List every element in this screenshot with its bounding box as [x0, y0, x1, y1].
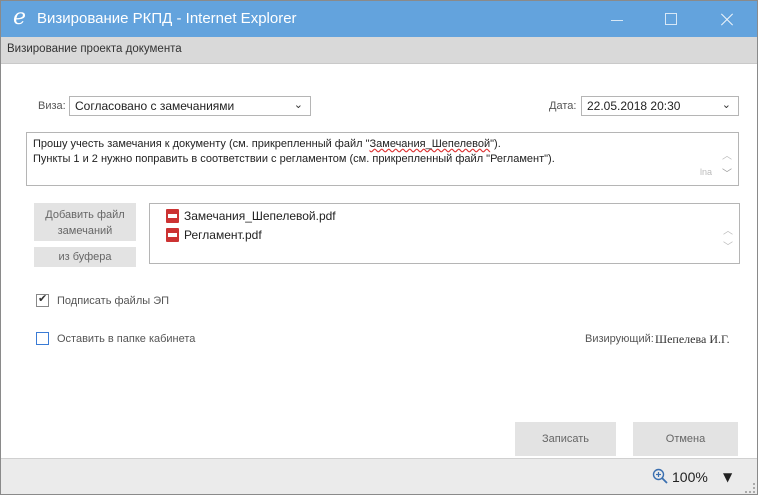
- sign-files-label: Подписать файлы ЭП: [57, 295, 170, 307]
- zoom-icon[interactable]: [652, 468, 668, 484]
- comment-file-reference: Замечания_Шепелевой: [369, 138, 491, 150]
- keep-in-folder-label: Оставить в папке кабинета: [57, 333, 196, 345]
- internet-explorer-icon: e: [13, 5, 27, 30]
- dialog-header: Визирование проекта документа: [1, 37, 757, 64]
- minimize-button[interactable]: [594, 1, 640, 37]
- file-name: Регламент.pdf: [184, 228, 262, 242]
- visa-label: Виза:: [38, 100, 66, 112]
- signer-value: Шепелева И.Г.: [655, 332, 730, 346]
- resize-grip-icon[interactable]: [745, 483, 755, 493]
- pdf-icon: [166, 209, 179, 223]
- date-value: 22.05.2018 20:30: [587, 99, 681, 113]
- visa-select[interactable]: Согласовано с замечаниями ⌄: [69, 96, 311, 116]
- chevron-down-icon: ⌄: [293, 99, 303, 111]
- date-select[interactable]: 22.05.2018 20:30 ⌄: [581, 96, 739, 116]
- save-button[interactable]: Записать: [515, 422, 616, 456]
- add-remarks-file-button[interactable]: Добавить файл замечаний: [34, 203, 136, 241]
- browser-window: e Визирование РКПД - Internet Explorer В…: [0, 0, 758, 495]
- resize-mark: lna: [699, 167, 712, 177]
- scroll-up-icon[interactable]: ︿: [723, 222, 733, 237]
- from-buffer-button[interactable]: из буфера: [34, 247, 136, 267]
- scroll-down-icon[interactable]: ﹀: [722, 165, 732, 180]
- zoom-dropdown-icon[interactable]: ▼: [723, 470, 732, 484]
- cancel-button[interactable]: Отмена: [633, 422, 738, 456]
- date-label: Дата:: [549, 100, 577, 112]
- maximize-button[interactable]: [648, 1, 694, 37]
- pdf-icon: [166, 228, 179, 242]
- signer-label: Визирующий:: [585, 333, 654, 345]
- dialog-title: Визирование проекта документа: [7, 43, 182, 55]
- status-bar: 100% ▼: [1, 458, 757, 494]
- visa-value: Согласовано с замечаниями: [75, 99, 235, 113]
- keep-in-folder-checkbox[interactable]: [36, 332, 49, 345]
- dialog-content: Виза: Согласовано с замечаниями ⌄ Дата: …: [1, 64, 757, 456]
- attached-files-list: Замечания_Шепелевой.pdf Регламент.pdf ︿ …: [149, 203, 740, 264]
- sign-files-checkbox[interactable]: ✔: [36, 292, 49, 307]
- scroll-down-icon[interactable]: ﹀: [723, 238, 733, 253]
- chevron-down-icon: ⌄: [721, 99, 731, 111]
- file-name: Замечания_Шепелевой.pdf: [184, 209, 336, 223]
- checkmark-icon: ✔: [38, 292, 48, 305]
- comment-line-2: Пункты 1 и 2 нужно поправить в соответст…: [33, 153, 555, 165]
- comment-textarea[interactable]: Прошу учесть замечания к документу (см. …: [26, 132, 739, 186]
- title-bar: e Визирование РКПД - Internet Explorer: [1, 1, 757, 37]
- zoom-level[interactable]: 100%: [672, 469, 708, 485]
- scroll-up-icon[interactable]: ︿: [722, 147, 732, 162]
- close-button[interactable]: [704, 1, 750, 37]
- window-title: Визирование РКПД - Internet Explorer: [37, 10, 297, 27]
- comment-line-1: Прошу учесть замечания к документу (см. …: [33, 138, 501, 150]
